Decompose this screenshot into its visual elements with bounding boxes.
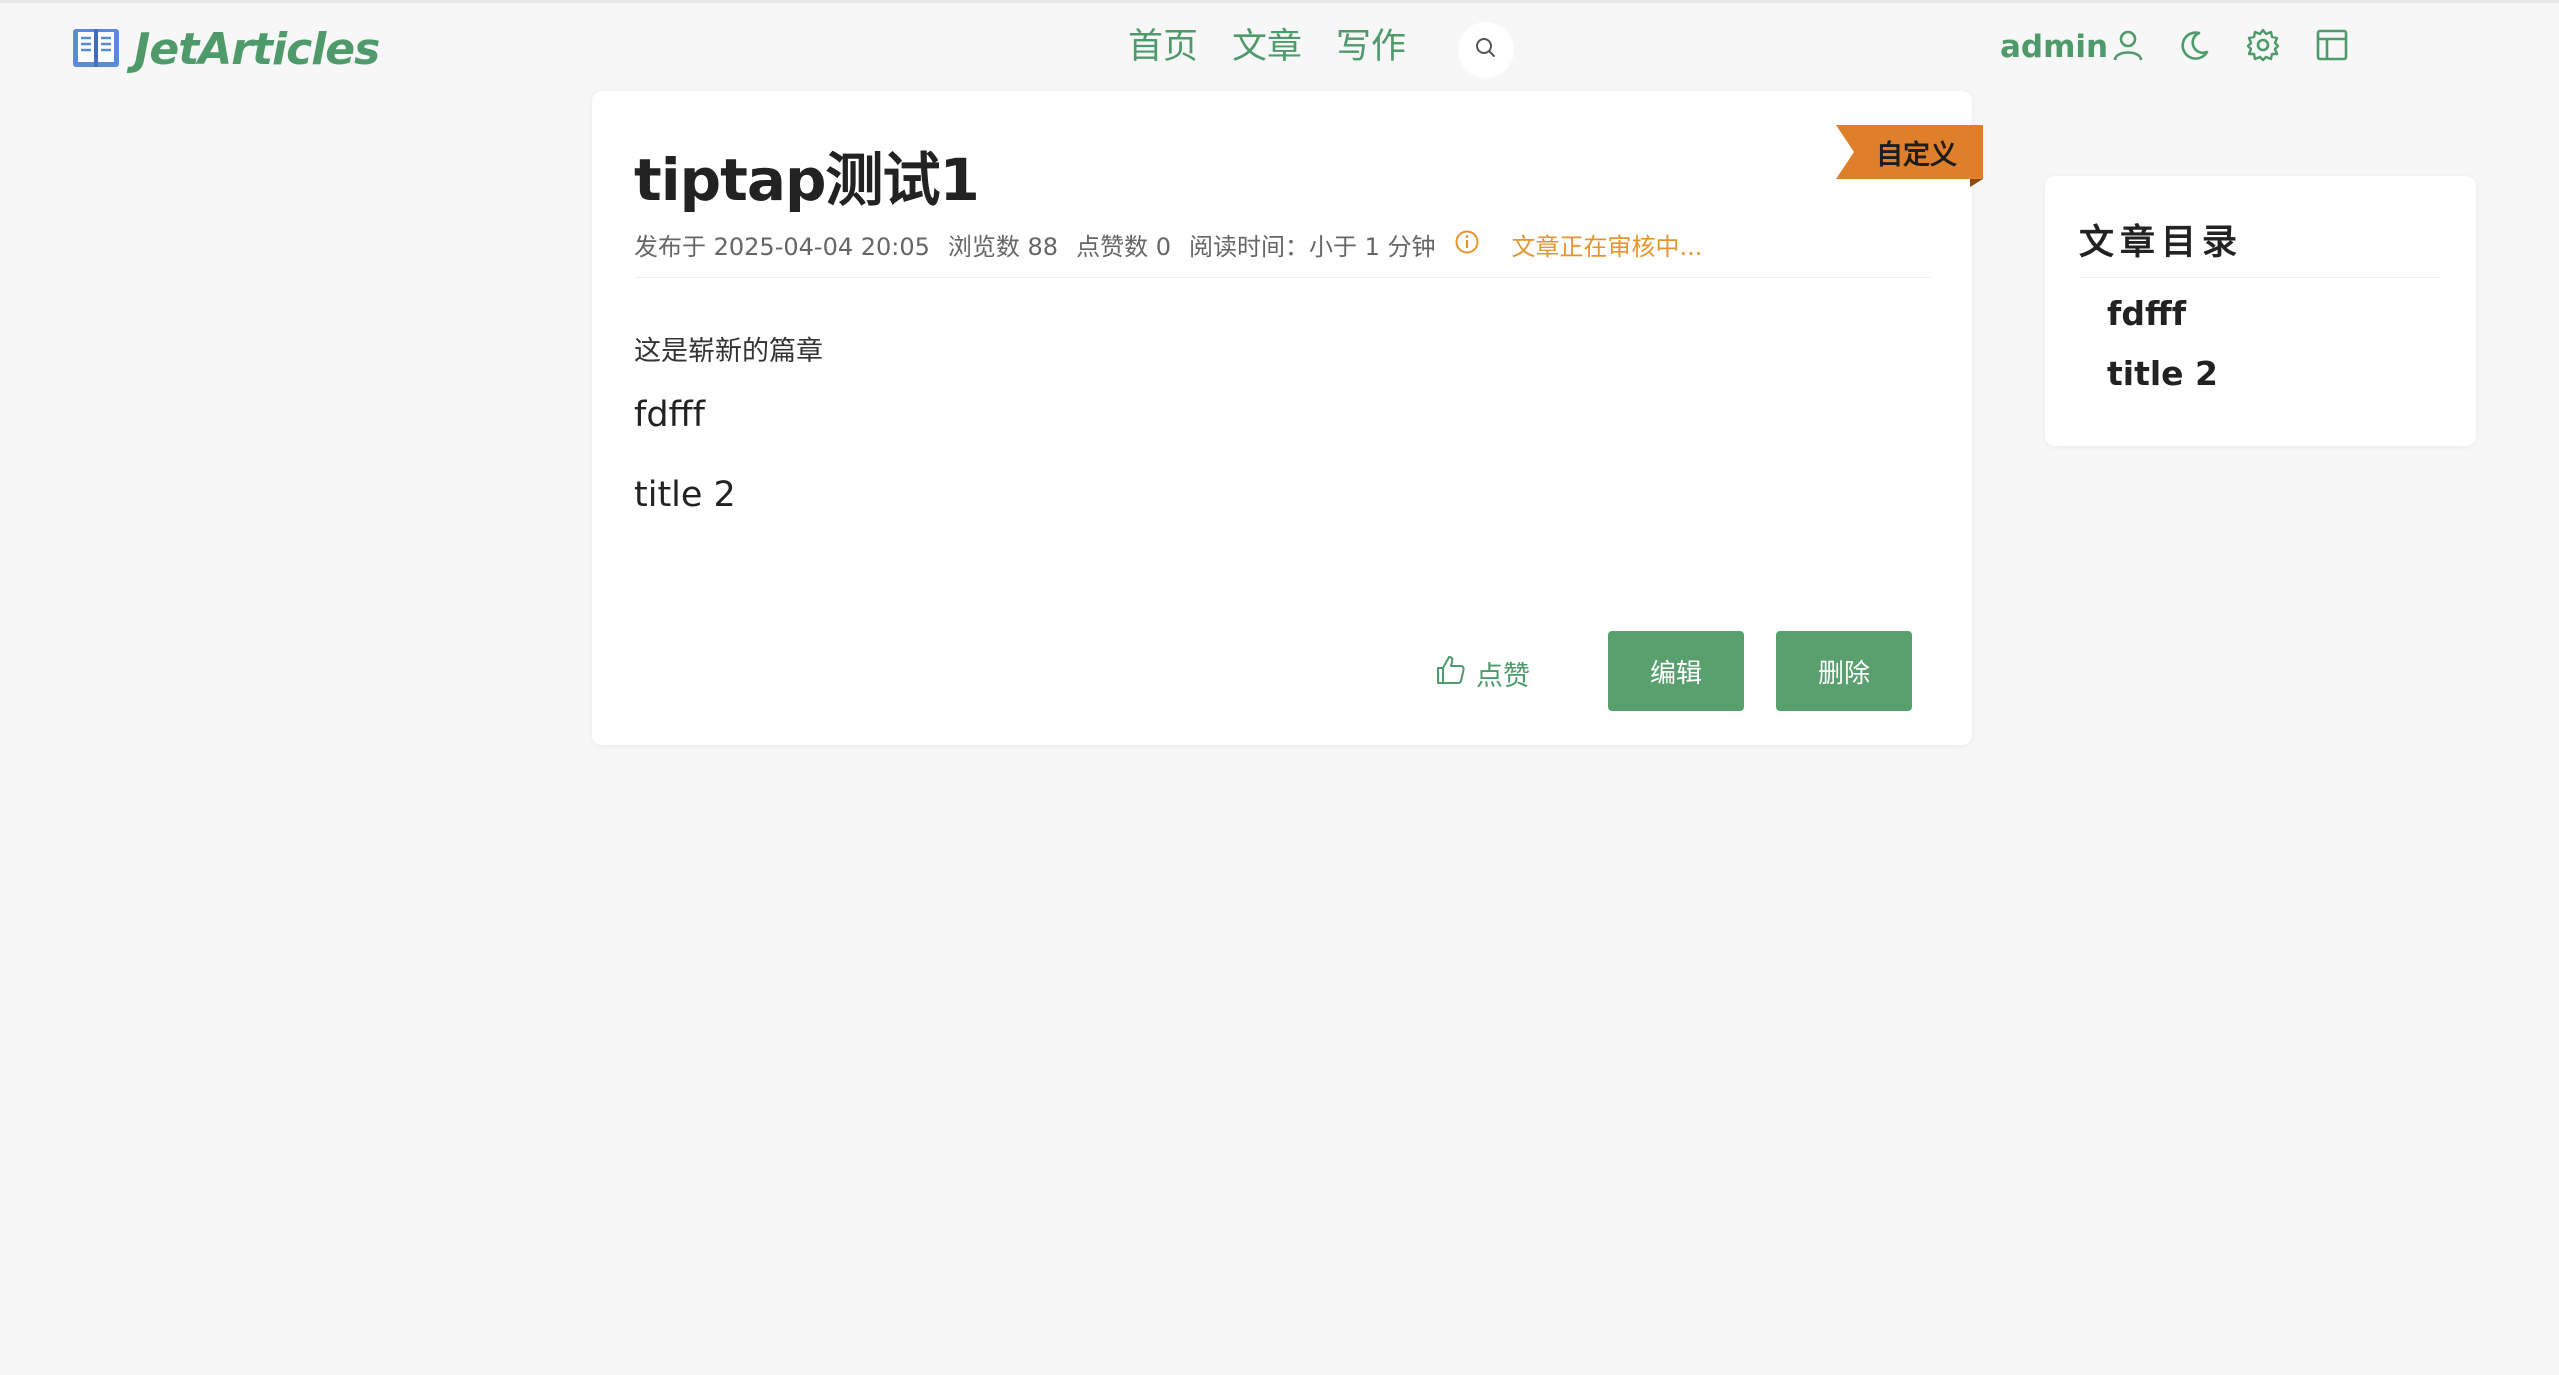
search-icon	[1473, 35, 1499, 65]
thumbs-up-icon	[1434, 653, 1476, 694]
publish-date: 发布于 2025-04-04 20:05	[634, 233, 930, 261]
body-heading: title 2	[634, 475, 736, 515]
top-header: JetArticles 首页 文章 写作 admin	[0, 3, 2559, 91]
read-time: 阅读时间：小于 1 分钟	[1188, 233, 1436, 261]
moon-icon[interactable]	[2172, 23, 2216, 67]
delete-button[interactable]: 删除	[1776, 631, 1912, 711]
like-count: 点赞数 0	[1076, 233, 1171, 261]
category-label: 自定义	[1876, 140, 1957, 171]
review-status-text: 文章正在审核中...	[1511, 233, 1703, 261]
nav-articles[interactable]: 文章	[1232, 25, 1302, 69]
body-paragraph: 这是崭新的篇章	[634, 336, 823, 367]
gear-icon[interactable]	[2241, 23, 2285, 67]
toc-panel: 文章目录 fdfff title 2	[2045, 176, 2476, 446]
toc-title: 文章目录	[2079, 223, 2244, 263]
user-name[interactable]: admin	[2000, 29, 2108, 65]
brand-name: JetArticles	[134, 23, 380, 75]
toc-divider	[2079, 277, 2441, 278]
article-card: tiptap测试1 发布于 2025-04-04 20:05 浏览数 88 点赞…	[592, 91, 1972, 745]
like-label: 点赞	[1476, 661, 1530, 692]
book-logo-icon	[70, 21, 122, 77]
search-button[interactable]	[1458, 22, 1514, 78]
header-user-area: admin	[2000, 23, 2559, 75]
toc-item[interactable]: fdfff	[2107, 294, 2186, 333]
body-heading: fdfff	[634, 395, 705, 435]
article-meta: 发布于 2025-04-04 20:05 浏览数 88 点赞数 0 阅读时间：小…	[634, 227, 1738, 262]
main-nav: 首页 文章 写作	[1128, 25, 1440, 69]
brand[interactable]: JetArticles	[70, 21, 380, 77]
category-ribbon: 自定义	[1836, 125, 1983, 187]
like-button[interactable]: 点赞	[1434, 653, 1530, 694]
info-icon	[1454, 229, 1494, 261]
review-status: 文章正在审核中...	[1454, 227, 1721, 262]
article-body: 这是崭新的篇章 fdfff title 2	[634, 329, 823, 515]
layout-icon[interactable]	[2310, 23, 2354, 67]
nav-home[interactable]: 首页	[1128, 25, 1198, 69]
toc-item[interactable]: title 2	[2107, 354, 2218, 393]
article-title: tiptap测试1	[634, 146, 980, 214]
user-icon[interactable]	[2106, 23, 2150, 67]
edit-button[interactable]: 编辑	[1608, 631, 1744, 711]
meta-divider	[634, 277, 1930, 278]
nav-write[interactable]: 写作	[1336, 25, 1406, 69]
view-count: 浏览数 88	[947, 233, 1059, 261]
